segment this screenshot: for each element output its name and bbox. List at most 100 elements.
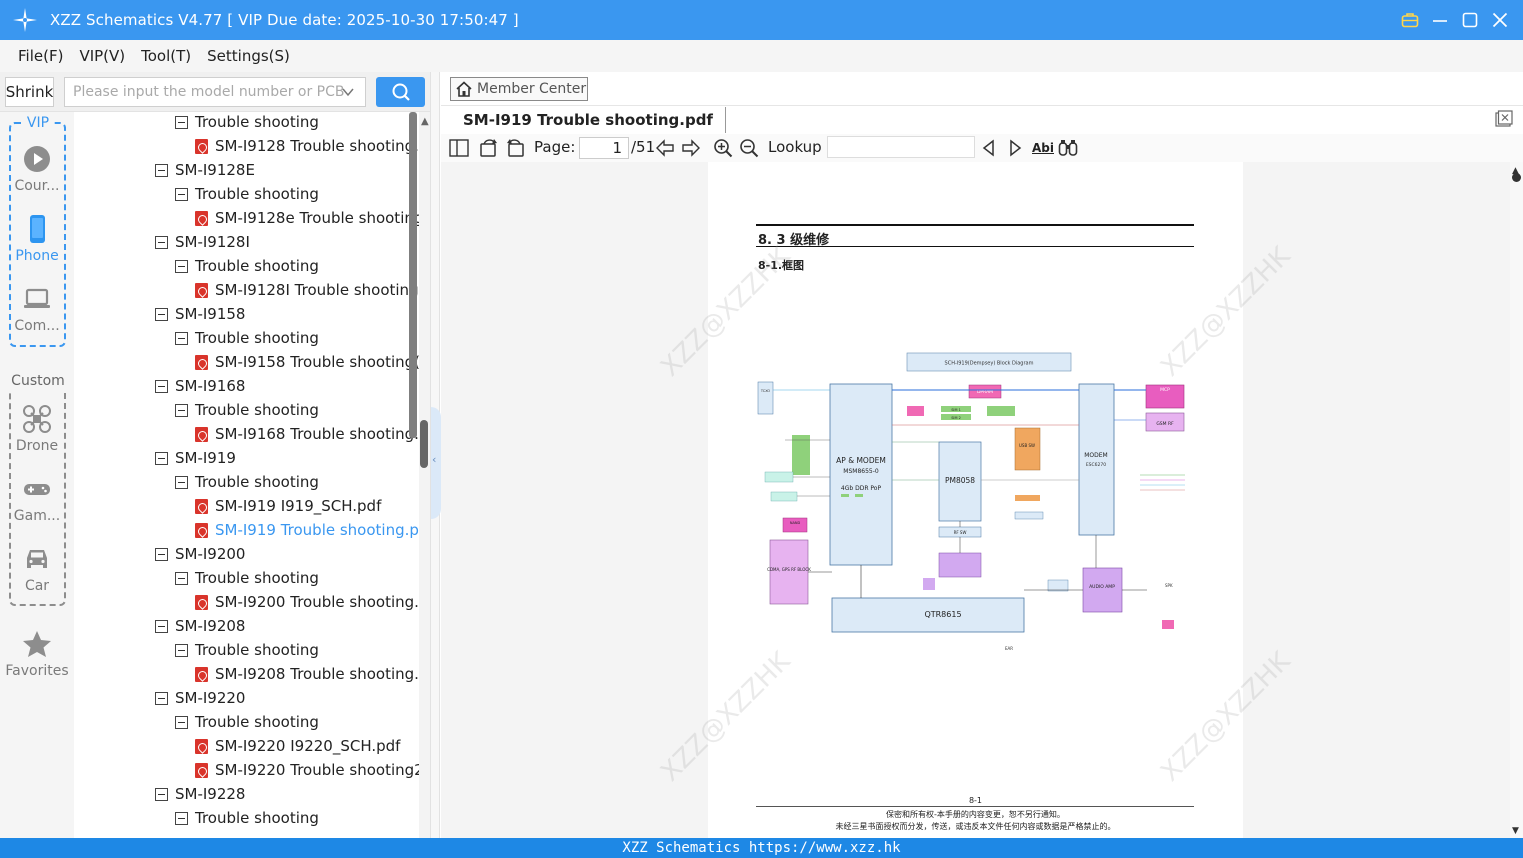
tree-folder-item[interactable]: SM-I9200 <box>155 542 245 566</box>
tree-item-label: SM-I9200 <box>175 545 246 563</box>
model-search-input[interactable]: Please input the model number or PCB <box>64 77 366 107</box>
tree-folder-item[interactable]: SM-I9128E <box>155 158 255 182</box>
tree-folder-item[interactable]: SM-I9228 <box>155 782 245 806</box>
tree-file-item[interactable]: SM-I9200 Trouble shooting.p <box>195 590 419 614</box>
close-tab-icon[interactable] <box>1495 110 1513 128</box>
collapse-toggle-icon[interactable] <box>155 307 168 321</box>
menu-settings[interactable]: Settings(S) <box>207 47 290 65</box>
tree-file-item[interactable]: SM-I919 Trouble shooting.pc <box>195 518 419 542</box>
tree-folder-item[interactable]: SM-I9128I <box>155 230 250 254</box>
tree-folder-item[interactable]: Trouble shooting <box>175 710 319 734</box>
tree-scrollbar-thumb[interactable] <box>420 420 428 468</box>
tree-folder-item[interactable]: Trouble shooting <box>175 398 319 422</box>
collapse-toggle-icon[interactable] <box>175 811 188 825</box>
tree-file-item[interactable]: SM-I9220 I9220_SCH.pdf <box>195 734 400 758</box>
collapse-toggle-icon[interactable] <box>155 235 168 249</box>
collapse-panel-handle[interactable]: ‹ <box>431 407 441 519</box>
category-courses[interactable]: Cour... <box>0 144 74 194</box>
next-page-icon[interactable] <box>681 138 701 158</box>
tree-file-item[interactable]: SM-I9220 Trouble shooting2 <box>195 758 419 782</box>
tree-folder-item[interactable]: Trouble shooting <box>175 470 319 494</box>
member-center-button[interactable]: Member Center <box>450 77 588 101</box>
search-placeholder: Please input the model number or PCB <box>73 84 345 100</box>
lookup-input[interactable] <box>827 136 975 158</box>
collapse-toggle-icon[interactable] <box>155 379 168 393</box>
minimize-icon[interactable] <box>1431 11 1449 29</box>
collapse-toggle-icon[interactable] <box>175 115 188 129</box>
tree-file-item[interactable]: SM-I9128e Trouble shooting <box>195 206 419 230</box>
search-button[interactable] <box>376 77 425 107</box>
collapse-toggle-icon[interactable] <box>175 715 188 729</box>
pdf-file-icon <box>195 738 208 754</box>
find-next-icon[interactable] <box>1005 138 1025 158</box>
tree-folder-item[interactable]: SM-I9208 <box>155 614 245 638</box>
collapse-toggle-icon[interactable] <box>175 331 188 345</box>
collapse-toggle-icon[interactable] <box>155 619 168 633</box>
find-previous-icon[interactable] <box>979 138 999 158</box>
category-computer[interactable]: Com... <box>0 284 74 334</box>
collapse-toggle-icon[interactable] <box>175 187 188 201</box>
rotate-left-icon[interactable] <box>479 138 499 158</box>
tree-folder-item[interactable]: Trouble shooting <box>175 182 319 206</box>
collapse-toggle-icon[interactable] <box>175 571 188 585</box>
panel-splitter[interactable]: ‹ <box>430 72 441 838</box>
close-icon[interactable] <box>1491 11 1509 29</box>
category-car[interactable]: Car <box>0 544 74 594</box>
tree-folder-item[interactable]: Trouble shooting <box>175 638 319 662</box>
collapse-toggle-icon[interactable] <box>175 643 188 657</box>
tree-folder-item[interactable]: Trouble shooting <box>175 806 319 830</box>
category-favorites[interactable]: Favorites <box>0 629 74 679</box>
collapse-toggle-icon[interactable] <box>155 451 168 465</box>
tree-folder-item[interactable]: Trouble shooting <box>175 566 319 590</box>
tree-folder-item[interactable]: Trouble shooting <box>175 254 319 278</box>
document-tab[interactable]: SM-I919 Trouble shooting.pdf <box>451 107 726 133</box>
tree-folder-item[interactable]: SM-I9168 <box>155 374 245 398</box>
maximize-icon[interactable] <box>1461 11 1479 29</box>
tree-file-item[interactable]: SM-I9168 Trouble shooting.p <box>195 422 419 446</box>
collapse-toggle-icon[interactable] <box>155 691 168 705</box>
viewer-scrollbar[interactable]: ▲ ▼ <box>1510 162 1523 838</box>
tree-scrollbar-track[interactable] <box>409 112 417 438</box>
category-phone[interactable]: Phone <box>0 214 74 264</box>
tree-file-item[interactable]: SM-I9128 Trouble shooting.p <box>195 134 419 158</box>
menu-vip[interactable]: VIP(V) <box>79 47 125 65</box>
tree-folder-item[interactable]: SM-I919 <box>155 446 236 470</box>
tree-file-item[interactable]: SM-I9208 Trouble shooting.p <box>195 662 419 686</box>
tree-folder-item[interactable]: SM-I9158 <box>155 302 245 326</box>
menu-bar: File(F) VIP(V) Tool(T) Settings(S) <box>0 40 1523 72</box>
collapse-toggle-icon[interactable] <box>175 259 188 273</box>
tree-file-item[interactable]: SM-I919 I919_SCH.pdf <box>195 494 381 518</box>
tree-file-item[interactable]: SM-I9128I Trouble shooting( <box>195 278 419 302</box>
tree-folder-item[interactable]: Trouble shooting <box>175 326 319 350</box>
tree-folder-item[interactable]: Trouble shooting <box>175 112 319 134</box>
collapse-toggle-icon[interactable] <box>175 403 188 417</box>
collapse-toggle-icon[interactable] <box>155 547 168 561</box>
rotate-right-icon[interactable] <box>505 138 525 158</box>
chevron-down-icon[interactable] <box>341 85 355 99</box>
page-number-input[interactable]: 1 <box>579 137 629 159</box>
tree-file-item[interactable]: SM-I9158 Trouble shooting( <box>195 350 419 374</box>
block-diagram: SCH-I919(Dempsey) Block Diagram AP & MOD… <box>757 352 1185 651</box>
pdf-file-icon <box>195 354 208 370</box>
previous-page-icon[interactable] <box>655 138 675 158</box>
category-drone[interactable]: Drone <box>0 404 74 454</box>
collapse-toggle-icon[interactable] <box>175 475 188 489</box>
viewer-scrollbar-thumb[interactable] <box>1512 173 1521 182</box>
pdf-viewer[interactable]: 8. 3 级维修 8-1.框图 SCH-I919(Dempsey) Block … <box>441 162 1510 838</box>
tree-folder-item[interactable]: SM-I9220 <box>155 686 245 710</box>
collapse-toggle-icon[interactable] <box>155 787 168 801</box>
menu-tool[interactable]: Tool(T) <box>141 47 191 65</box>
zoom-out-icon[interactable] <box>739 138 759 158</box>
category-games[interactable]: Gam... <box>0 474 74 524</box>
scroll-up-icon[interactable]: ▲ <box>421 116 429 127</box>
tree-item-label: Trouble shooting <box>195 401 319 419</box>
toggle-sidebar-icon[interactable] <box>449 138 469 158</box>
scroll-down-icon[interactable]: ▼ <box>1512 826 1519 836</box>
zoom-in-icon[interactable] <box>713 138 733 158</box>
whole-word-toggle[interactable]: Abi <box>1031 138 1055 158</box>
menu-file[interactable]: File(F) <box>18 47 63 65</box>
vip-briefcase-icon[interactable] <box>1401 11 1419 29</box>
shrink-button[interactable]: Shrink <box>5 77 54 107</box>
binoculars-icon[interactable] <box>1058 138 1078 158</box>
collapse-toggle-icon[interactable] <box>155 163 168 177</box>
